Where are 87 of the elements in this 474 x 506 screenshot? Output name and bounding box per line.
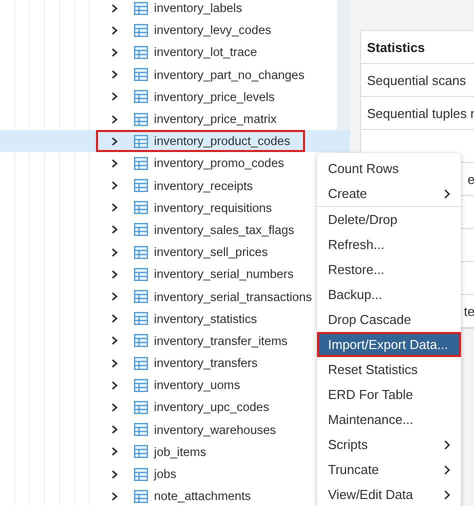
- table-icon: [134, 268, 148, 281]
- chevron-icon: [443, 464, 451, 474]
- table-header: Statistics: [361, 31, 474, 64]
- menu-item[interactable]: Import/Export Data...: [317, 332, 461, 357]
- chevron-icon[interactable]: [110, 380, 119, 390]
- tree-item[interactable]: inventory_sales_tax_flags: [0, 218, 294, 242]
- table-icon: [134, 445, 148, 458]
- tree-item[interactable]: inventory_levy_codes: [0, 19, 272, 42]
- tree-item[interactable]: inventory_uoms: [0, 374, 240, 396]
- tree-item[interactable]: inventory_serial_numbers: [0, 263, 294, 286]
- table-icon: [134, 490, 148, 503]
- menu-item[interactable]: Create: [317, 181, 461, 207]
- tree-item[interactable]: inventory_requisitions: [0, 196, 272, 219]
- tree-item[interactable]: inventory_product_codes: [0, 130, 350, 152]
- menu-item[interactable]: View/Edit Data: [317, 482, 461, 506]
- tree-item[interactable]: jobs: [0, 462, 176, 486]
- chevron-icon[interactable]: [110, 48, 119, 57]
- table-cell: Sequential scans: [361, 64, 474, 97]
- menu-item[interactable]: ERD For Table: [317, 382, 461, 407]
- tree-item[interactable]: inventory_transfers: [0, 352, 258, 374]
- chevron-icon: [443, 188, 451, 198]
- table-icon: [134, 356, 148, 370]
- tree-item[interactable]: inventory_upc_codes: [0, 396, 270, 419]
- tree-item[interactable]: note_attachments: [0, 485, 251, 506]
- chevron-icon[interactable]: [110, 358, 119, 368]
- tree-item[interactable]: inventory_labels: [0, 0, 242, 20]
- tree-item[interactable]: inventory_lot_trace: [0, 41, 257, 64]
- table-icon: [134, 134, 148, 148]
- chevron-icon[interactable]: [110, 92, 119, 102]
- table-icon: [134, 290, 148, 304]
- menu-item[interactable]: Delete/Drop: [317, 207, 461, 232]
- chevron-icon[interactable]: [110, 225, 119, 234]
- table-icon: [134, 246, 148, 259]
- chevron-icon[interactable]: [110, 248, 119, 257]
- table-icon: [134, 156, 148, 170]
- menu-item[interactable]: Reset Statistics: [317, 357, 461, 382]
- chevron-icon[interactable]: [110, 114, 119, 124]
- tree-item[interactable]: inventory_price_matrix: [0, 108, 277, 130]
- table-icon: [134, 46, 148, 59]
- table-icon: [134, 312, 148, 326]
- chevron-icon[interactable]: [110, 314, 119, 324]
- chevron-icon[interactable]: [110, 402, 119, 412]
- table-icon: [134, 468, 148, 481]
- tree-item[interactable]: inventory_receipts: [0, 174, 253, 197]
- tree-item[interactable]: inventory_sell_prices: [0, 241, 268, 264]
- menu-item[interactable]: Refresh...: [317, 232, 461, 257]
- tree-item[interactable]: inventory_warehouses: [0, 418, 276, 441]
- chevron-icon: [443, 490, 451, 500]
- tree-item[interactable]: job_items: [0, 440, 206, 463]
- table-icon: [134, 334, 148, 348]
- table-icon: [134, 90, 148, 104]
- menu-item[interactable]: Restore...: [317, 257, 461, 282]
- table-icon: [134, 400, 148, 414]
- table-icon: [134, 112, 148, 126]
- table-icon: [134, 2, 148, 15]
- tree-item[interactable]: inventory_statistics: [0, 308, 257, 330]
- chevron-icon[interactable]: [110, 203, 119, 212]
- chevron-icon[interactable]: [110, 470, 119, 479]
- chevron-icon[interactable]: [110, 26, 119, 35]
- chevron-icon[interactable]: [110, 492, 119, 501]
- menu-item[interactable]: Maintenance...: [317, 407, 461, 432]
- tree-item[interactable]: inventory_transfer_items: [0, 330, 288, 352]
- chevron-icon[interactable]: [110, 70, 119, 80]
- table-icon: [134, 179, 148, 192]
- tree-item[interactable]: inventory_promo_codes: [0, 152, 284, 174]
- chevron-icon[interactable]: [110, 4, 119, 13]
- tree-item[interactable]: inventory_price_levels: [0, 86, 275, 108]
- table-icon: [134, 201, 148, 214]
- chevron-icon[interactable]: [110, 425, 119, 434]
- menu-item[interactable]: Scripts: [317, 432, 461, 457]
- chevron-icon[interactable]: [110, 136, 119, 146]
- chevron-icon[interactable]: [110, 447, 119, 456]
- tree-item[interactable]: inventory_part_no_changes: [0, 64, 304, 86]
- chevron-icon[interactable]: [110, 336, 119, 346]
- table-cell: Sequential tuples r: [361, 97, 474, 130]
- chevron-icon[interactable]: [110, 292, 119, 302]
- table-icon: [134, 68, 148, 82]
- tree-item[interactable]: inventory_serial_transactions: [0, 285, 312, 308]
- chevron-icon: [443, 440, 451, 450]
- table-icon: [134, 223, 148, 236]
- chevron-icon[interactable]: [110, 158, 119, 168]
- menu-item[interactable]: Truncate: [317, 457, 461, 482]
- table-icon: [134, 423, 148, 436]
- table-icon: [134, 378, 148, 392]
- table-icon: [134, 24, 148, 37]
- chevron-icon[interactable]: [110, 270, 119, 279]
- chevron-icon[interactable]: [110, 181, 119, 190]
